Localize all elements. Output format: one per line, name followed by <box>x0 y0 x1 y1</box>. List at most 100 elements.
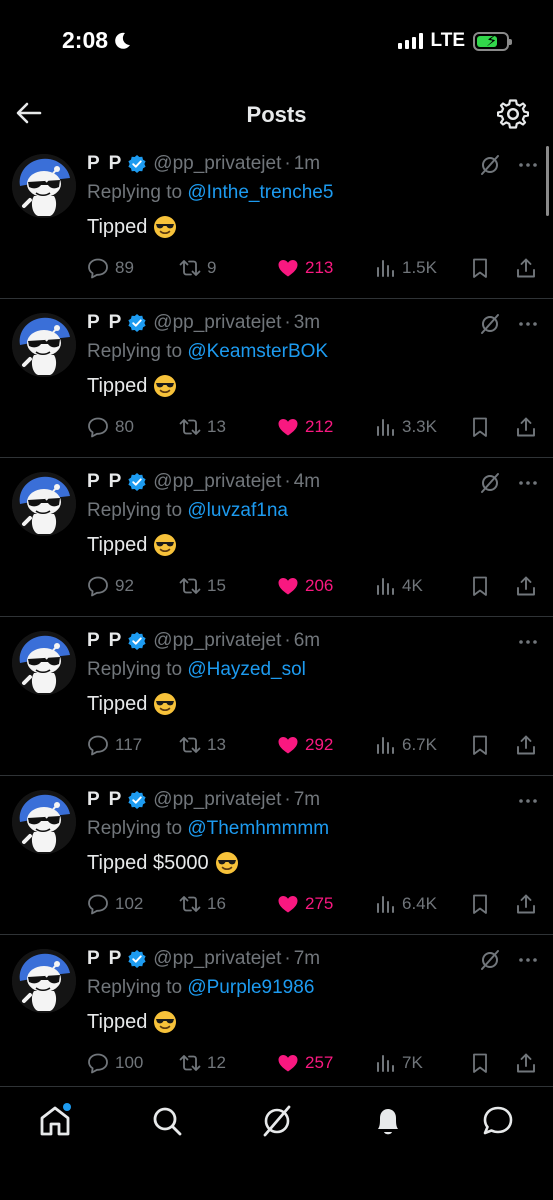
views-button[interactable]: 3.3K <box>374 413 437 441</box>
more-icon[interactable] <box>517 791 539 811</box>
repost-button[interactable]: 15 <box>179 572 226 600</box>
post-time[interactable]: 6m <box>294 630 320 652</box>
more-icon[interactable] <box>517 155 539 175</box>
avatar[interactable] <box>12 154 76 218</box>
like-button[interactable]: 257 <box>277 1049 333 1077</box>
tab-home[interactable] <box>37 1103 73 1139</box>
tab-grok[interactable] <box>259 1103 295 1139</box>
views-button[interactable]: 4K <box>374 572 423 600</box>
share-button[interactable] <box>515 1049 537 1077</box>
separator-dot: · <box>284 630 291 651</box>
reply-target-link[interactable]: @luvzaf1na <box>187 500 288 521</box>
post-time[interactable]: 4m <box>294 471 320 493</box>
like-button[interactable]: 213 <box>277 254 333 282</box>
avatar[interactable] <box>12 790 76 854</box>
tab-notifications[interactable] <box>370 1103 406 1139</box>
post[interactable]: P P @pp_privatejet · 7m <box>0 935 553 1086</box>
moon-icon <box>115 32 131 49</box>
post[interactable]: P P @pp_privatejet · 4m Replying to @luv… <box>0 458 553 617</box>
bookmark-button[interactable] <box>469 572 491 600</box>
grok-icon[interactable] <box>479 472 501 494</box>
avatar[interactable] <box>12 472 76 536</box>
bookmark-button[interactable] <box>469 890 491 918</box>
share-button[interactable] <box>515 254 537 282</box>
author-name[interactable]: P P <box>87 789 123 811</box>
heart-icon <box>278 260 298 277</box>
post[interactable]: P P @pp_privatejet · 6m Replying to @Hay… <box>0 617 553 776</box>
reply-button[interactable]: 117 <box>87 731 142 759</box>
post[interactable]: P P @pp_privatejet · 3m Replying to @Kea… <box>0 299 553 458</box>
post-header: P P @pp_privatejet · 1m <box>87 150 539 178</box>
like-button[interactable]: 292 <box>277 731 333 759</box>
settings-button[interactable] <box>496 98 530 130</box>
repost-button[interactable]: 9 <box>179 254 216 282</box>
reply-button[interactable]: 80 <box>87 413 134 441</box>
reply-target-link[interactable]: @Themhmmmm <box>187 818 329 839</box>
reply-target-link[interactable]: @KeamsterBOK <box>187 341 328 362</box>
tab-search[interactable] <box>149 1103 185 1139</box>
avatar[interactable] <box>12 949 76 1013</box>
more-icon[interactable] <box>517 473 539 493</box>
bookmark-button[interactable] <box>469 731 491 759</box>
post-time[interactable]: 1m <box>294 153 320 175</box>
repost-button[interactable]: 12 <box>179 1049 226 1077</box>
author-handle[interactable]: @pp_privatejet <box>153 789 281 811</box>
author-name[interactable]: P P <box>87 312 123 334</box>
grok-icon[interactable] <box>479 154 501 176</box>
grok-icon[interactable] <box>479 313 501 335</box>
avatar[interactable] <box>12 631 76 695</box>
views-button[interactable]: 7K <box>374 1049 423 1077</box>
bookmark-button[interactable] <box>469 254 491 282</box>
reply-button[interactable]: 92 <box>87 572 134 600</box>
post-time[interactable]: 7m <box>294 948 320 970</box>
more-icon[interactable] <box>517 632 539 652</box>
author-name[interactable]: P P <box>87 471 123 493</box>
views-button[interactable]: 1.5K <box>374 254 437 282</box>
post[interactable]: P P @pp_privatejet · 1m Replying to @Int… <box>0 140 553 299</box>
share-button[interactable] <box>515 572 537 600</box>
repost-button[interactable]: 16 <box>179 890 226 918</box>
author-handle[interactable]: @pp_privatejet <box>153 630 281 652</box>
like-button[interactable]: 206 <box>277 572 333 600</box>
post-time[interactable]: 3m <box>294 312 320 334</box>
share-button[interactable] <box>515 890 537 918</box>
reply-target-link[interactable]: @Inthe_trenche5 <box>187 182 333 203</box>
author-handle[interactable]: @pp_privatejet <box>153 153 281 175</box>
reply-button[interactable]: 89 <box>87 254 134 282</box>
tab-messages[interactable] <box>480 1103 516 1139</box>
reply-button[interactable]: 102 <box>87 890 143 918</box>
avatar[interactable] <box>12 313 76 377</box>
reply-button[interactable]: 100 <box>87 1049 143 1077</box>
author-handle[interactable]: @pp_privatejet <box>153 471 281 493</box>
author-name[interactable]: P P <box>87 153 123 175</box>
more-icon[interactable] <box>517 950 539 970</box>
repost-button[interactable]: 13 <box>179 731 226 759</box>
author-name[interactable]: P P <box>87 630 123 652</box>
post-time[interactable]: 7m <box>294 789 320 811</box>
repost-icon <box>179 419 201 435</box>
bookmark-button[interactable] <box>469 413 491 441</box>
share-button[interactable] <box>515 731 537 759</box>
sunglasses-emoji-icon <box>215 852 238 874</box>
post-feed[interactable]: P P @pp_privatejet · 1m Replying to @Int… <box>0 140 553 1086</box>
bookmark-button[interactable] <box>469 1049 491 1077</box>
repost-button[interactable]: 13 <box>179 413 226 441</box>
bookmark-icon <box>473 576 487 596</box>
author-handle[interactable]: @pp_privatejet <box>153 312 281 334</box>
reply-icon <box>88 1053 108 1074</box>
home-notification-dot <box>63 1103 71 1111</box>
grok-icon[interactable] <box>479 949 501 971</box>
views-button[interactable]: 6.4K <box>374 890 437 918</box>
author-name[interactable]: P P <box>87 948 123 970</box>
heart-icon <box>278 578 298 595</box>
post[interactable]: P P @pp_privatejet · 7m <box>0 776 553 935</box>
like-button[interactable]: 212 <box>277 413 333 441</box>
reply-icon <box>88 735 108 756</box>
reply-target-link[interactable]: @Hayzed_sol <box>187 659 306 680</box>
more-icon[interactable] <box>517 314 539 334</box>
author-handle[interactable]: @pp_privatejet <box>153 948 281 970</box>
views-button[interactable]: 6.7K <box>374 731 437 759</box>
like-button[interactable]: 275 <box>277 890 333 918</box>
share-button[interactable] <box>515 413 537 441</box>
reply-target-link[interactable]: @Purple91986 <box>187 977 314 998</box>
